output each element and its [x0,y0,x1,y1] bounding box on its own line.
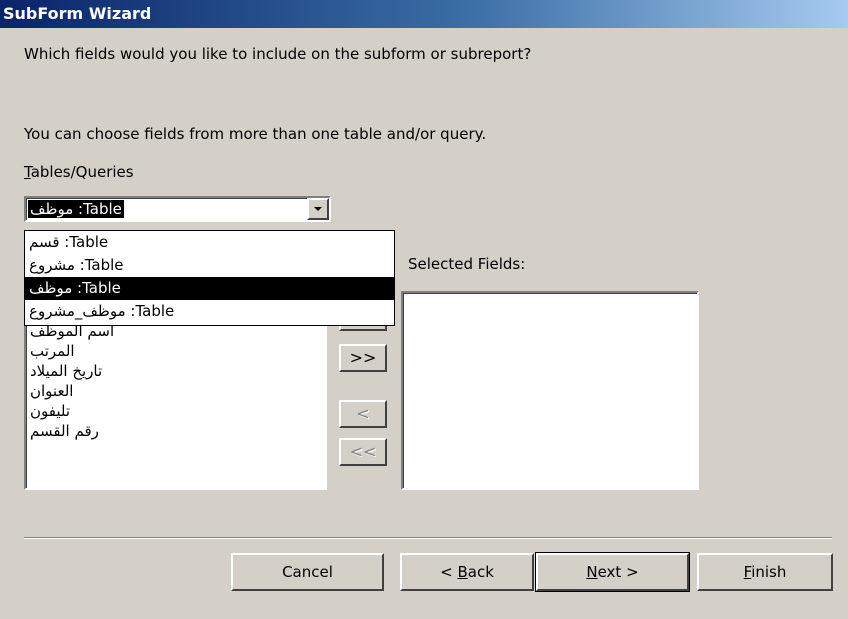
finish-button[interactable]: Finish [697,553,833,591]
back-button[interactable]: < Back [400,553,534,591]
tables-queries-label: Tables/Queries [24,163,134,181]
window-title: SubForm Wizard [3,4,152,23]
tables-queries-selected-value: Table: موظف [28,200,124,218]
dropdown-option-selected[interactable]: Table: موظف [25,277,394,300]
dropdown-option[interactable]: Table: مشروع [25,254,394,277]
selected-fields-label: Selected Fields: [408,255,526,273]
add-all-fields-button[interactable]: >> [339,344,387,372]
list-item[interactable]: تاريخ الميلاد [26,361,325,381]
dropdown-option[interactable]: Table: موظف_مشروع [25,300,394,323]
window-title-bar[interactable]: SubForm Wizard [0,0,848,28]
cancel-button[interactable]: Cancel [231,553,384,591]
list-item[interactable]: تليفون [26,401,325,421]
next-button[interactable]: Next > [535,552,690,592]
wizard-question: Which fields would you like to include o… [24,45,532,63]
button-separator [24,537,832,539]
wizard-note: You can choose fields from more than one… [24,125,487,143]
tables-queries-dropdown-list[interactable]: Table: قسم Table: مشروع Table: موظف Tabl… [24,230,395,326]
selected-fields-list[interactable] [401,291,699,490]
dropdown-option[interactable]: Table: قسم [25,231,394,254]
remove-all-fields-button[interactable]: << [339,438,387,466]
remove-field-button[interactable]: < [339,400,387,428]
list-item[interactable]: العنوان [26,381,325,401]
chevron-down-icon [314,207,322,211]
list-item[interactable]: رقم القسم [26,421,325,441]
list-item[interactable]: المرتب [26,341,325,361]
tables-queries-combobox[interactable]: Table: موظف [24,196,331,222]
dropdown-arrow-button[interactable] [307,198,329,220]
